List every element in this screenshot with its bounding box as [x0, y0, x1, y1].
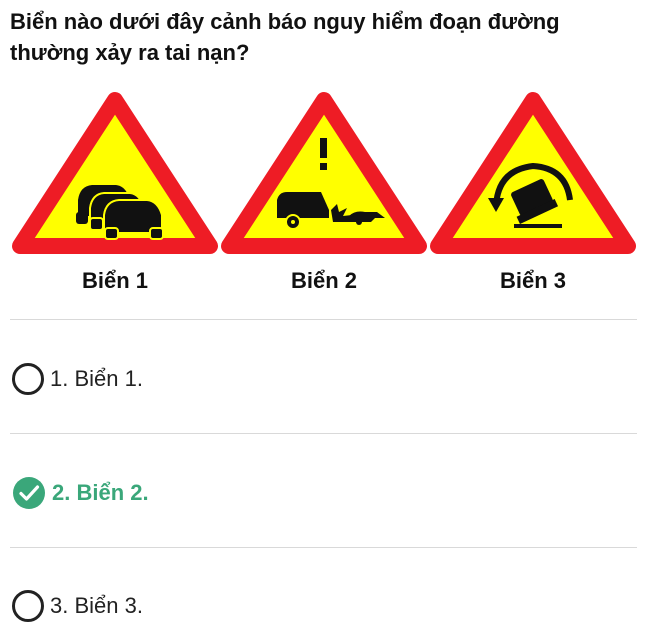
divider	[10, 319, 637, 320]
signs-panel: Biển 1 Biển 2 Biển 3	[10, 88, 638, 308]
sign-3: Biển 3	[428, 88, 638, 308]
sign-2-label: Biển 2	[290, 268, 358, 293]
question-text: Biển nào dưới đây cảnh báo nguy hiểm đoạ…	[10, 9, 560, 65]
answer-option-2-text: 2. Biển 2.	[52, 480, 149, 505]
answer-option-3-text: 3. Biển 3.	[50, 593, 143, 618]
answer-option-2[interactable]: 2. Biển 2.	[12, 473, 612, 513]
divider	[10, 547, 637, 548]
answer-option-1[interactable]: 1. Biển 1.	[12, 359, 612, 399]
answer-option-3[interactable]: 3. Biển 3.	[12, 586, 612, 626]
vehicle-rollover-warning-sign-icon	[430, 92, 636, 254]
sign-3-label: Biển 3	[499, 268, 567, 293]
divider	[10, 433, 637, 434]
radio-unchecked-icon[interactable]	[12, 590, 44, 622]
traffic-queue-warning-sign-icon	[12, 92, 218, 254]
sign-2: Biển 2	[219, 88, 429, 308]
answer-option-1-text: 1. Biển 1.	[50, 366, 143, 391]
accident-prone-warning-sign-icon	[221, 92, 427, 254]
radio-unchecked-icon[interactable]	[12, 363, 44, 395]
check-circle-icon[interactable]	[12, 476, 46, 510]
sign-1: Biển 1	[10, 88, 220, 308]
sign-1-label: Biển 1	[81, 268, 149, 293]
